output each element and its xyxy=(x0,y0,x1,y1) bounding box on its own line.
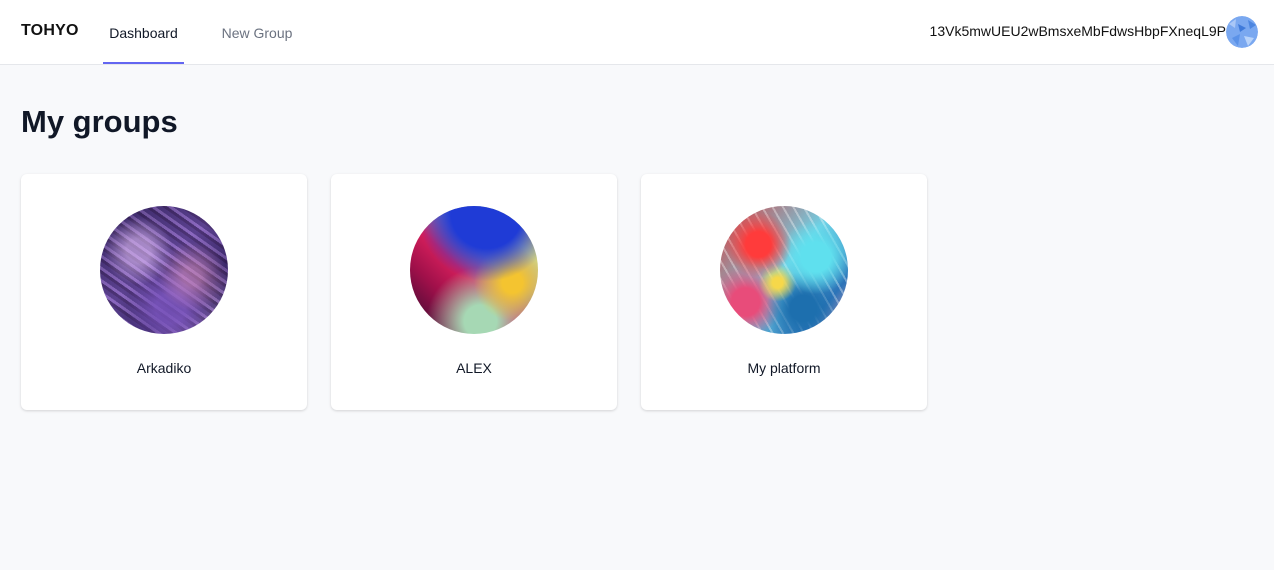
tab-new-group[interactable]: New Group xyxy=(210,0,304,64)
group-avatar-image xyxy=(410,206,538,334)
group-avatar-image xyxy=(100,206,228,334)
group-card-arkadiko[interactable]: Arkadiko xyxy=(21,174,307,410)
brand-logo[interactable]: TOHYO xyxy=(21,22,79,40)
group-name: ALEX xyxy=(456,360,492,376)
page-title: My groups xyxy=(21,104,178,139)
group-avatar-image xyxy=(720,206,848,334)
tab-dashboard[interactable]: Dashboard xyxy=(103,0,184,64)
group-name: My platform xyxy=(747,360,821,376)
group-card-my-platform[interactable]: My platform xyxy=(641,174,927,410)
user-avatar-icon[interactable] xyxy=(1226,16,1258,48)
group-name: Arkadiko xyxy=(136,360,192,376)
wallet-address[interactable]: 13Vk5mwUEU2wBmsxeMbFdwsHbpFXneqL9P xyxy=(930,23,1226,39)
group-card-alex[interactable]: ALEX xyxy=(331,174,617,410)
top-navbar: TOHYO Dashboard New Group 13Vk5mwUEU2wBm… xyxy=(0,0,1274,65)
